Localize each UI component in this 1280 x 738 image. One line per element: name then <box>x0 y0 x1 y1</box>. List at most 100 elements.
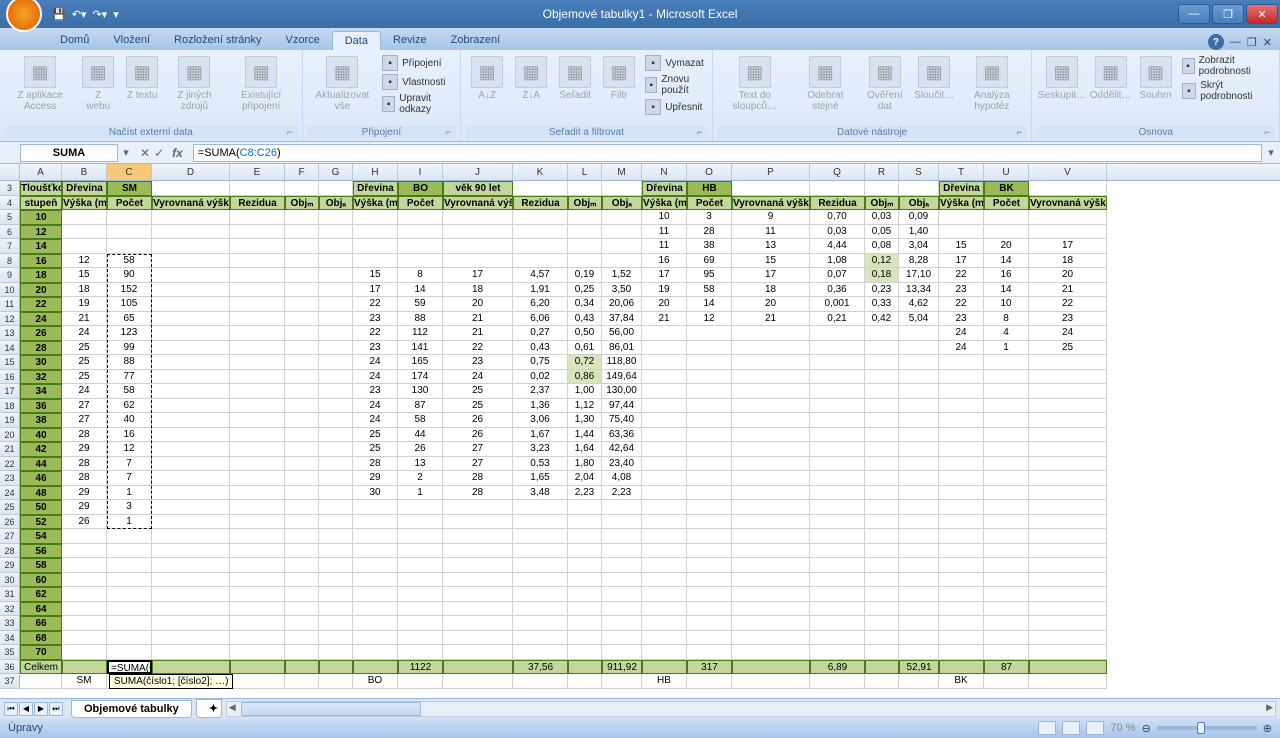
row-header[interactable]: 7 <box>0 239 20 254</box>
help-icon[interactable]: ? <box>1208 34 1224 50</box>
cell[interactable] <box>285 442 319 457</box>
cell[interactable] <box>687 587 732 602</box>
row-header[interactable]: 21 <box>0 442 20 457</box>
cell[interactable] <box>1029 181 1107 196</box>
cell[interactable] <box>899 457 939 472</box>
name-box[interactable]: SUMA <box>20 144 118 162</box>
ribbon-button[interactable]: ▦Z webu <box>78 54 118 114</box>
cell[interactable] <box>984 544 1029 559</box>
cell[interactable] <box>398 500 443 515</box>
cell[interactable] <box>602 254 642 269</box>
cell[interactable] <box>899 326 939 341</box>
tab-data[interactable]: Data <box>332 31 381 50</box>
cell[interactable] <box>319 268 353 283</box>
cell[interactable] <box>732 602 810 617</box>
cell[interactable]: 21 <box>443 326 513 341</box>
cell[interactable] <box>899 384 939 399</box>
cell[interactable]: 0,34 <box>568 297 602 312</box>
cell[interactable] <box>732 616 810 631</box>
cell[interactable]: 30 <box>353 486 398 501</box>
cell[interactable] <box>984 399 1029 414</box>
cell[interactable] <box>687 442 732 457</box>
cell[interactable]: 27 <box>443 442 513 457</box>
row-header[interactable]: 4 <box>0 196 20 211</box>
cell[interactable] <box>865 181 899 196</box>
dialog-launcher-icon[interactable]: ⌐ <box>1013 127 1025 139</box>
row-header[interactable]: 18 <box>0 399 20 414</box>
ribbon-button[interactable]: ▦Odebrat stejné <box>795 54 856 114</box>
cell[interactable]: 28 <box>62 457 107 472</box>
column-header[interactable]: I <box>398 164 443 180</box>
cell[interactable] <box>687 515 732 530</box>
cell[interactable]: 0,43 <box>513 341 568 356</box>
cell[interactable]: 2 <box>398 471 443 486</box>
cell[interactable] <box>319 384 353 399</box>
cell[interactable]: 15 <box>353 268 398 283</box>
cell[interactable] <box>230 413 285 428</box>
cell[interactable] <box>319 631 353 646</box>
cell[interactable]: 21 <box>62 312 107 327</box>
cell[interactable] <box>513 181 568 196</box>
cell[interactable] <box>1029 631 1107 646</box>
cell[interactable] <box>230 500 285 515</box>
cell[interactable] <box>984 457 1029 472</box>
cell[interactable] <box>152 500 230 515</box>
cell[interactable] <box>568 544 602 559</box>
cell[interactable]: Objₐ <box>899 196 939 211</box>
cell[interactable] <box>513 616 568 631</box>
cell[interactable] <box>810 500 865 515</box>
cell[interactable] <box>568 602 602 617</box>
cell[interactable] <box>865 486 899 501</box>
cell[interactable] <box>107 573 152 588</box>
cell[interactable] <box>319 312 353 327</box>
cell[interactable] <box>1029 370 1107 385</box>
cell[interactable]: 24 <box>20 312 62 327</box>
cell[interactable]: 52 <box>20 515 62 530</box>
cell[interactable] <box>602 225 642 240</box>
cell[interactable]: 16 <box>642 254 687 269</box>
cell[interactable] <box>602 616 642 631</box>
cell[interactable] <box>984 616 1029 631</box>
cell[interactable] <box>443 515 513 530</box>
column-header[interactable]: G <box>319 164 353 180</box>
cell[interactable]: 11 <box>732 225 810 240</box>
cell[interactable] <box>152 341 230 356</box>
column-header[interactable]: S <box>899 164 939 180</box>
cell[interactable] <box>152 457 230 472</box>
cell[interactable]: 65 <box>107 312 152 327</box>
cell[interactable] <box>732 457 810 472</box>
cell[interactable] <box>984 355 1029 370</box>
cell[interactable] <box>62 587 107 602</box>
cell[interactable] <box>687 573 732 588</box>
cell[interactable] <box>865 471 899 486</box>
row-header[interactable]: 14 <box>0 341 20 356</box>
cell[interactable] <box>939 529 984 544</box>
cell[interactable]: 11 <box>642 225 687 240</box>
column-header[interactable]: B <box>62 164 107 180</box>
row-header[interactable]: 19 <box>0 413 20 428</box>
tab-vzorce[interactable]: Vzorce <box>273 31 331 50</box>
cell[interactable]: 24 <box>939 326 984 341</box>
cell[interactable]: 174 <box>398 370 443 385</box>
cell[interactable]: 0,21 <box>810 312 865 327</box>
cell[interactable] <box>939 413 984 428</box>
cell[interactable] <box>1029 660 1107 675</box>
cell[interactable] <box>319 225 353 240</box>
cell[interactable] <box>319 616 353 631</box>
column-header[interactable]: E <box>230 164 285 180</box>
cell[interactable] <box>642 413 687 428</box>
cell[interactable] <box>107 225 152 240</box>
cell[interactable] <box>152 181 230 196</box>
cell[interactable]: 24 <box>353 399 398 414</box>
cell[interactable] <box>984 442 1029 457</box>
tab-rozložení stránky[interactable]: Rozložení stránky <box>162 31 273 50</box>
cell[interactable]: 34 <box>20 384 62 399</box>
cell[interactable]: Počet <box>984 196 1029 211</box>
cell[interactable] <box>353 254 398 269</box>
cell[interactable]: 0,12 <box>865 254 899 269</box>
cell[interactable] <box>443 558 513 573</box>
cell[interactable]: Dřevina <box>353 181 398 196</box>
cell[interactable] <box>285 239 319 254</box>
new-sheet-button[interactable]: ✦ <box>196 699 222 718</box>
cell[interactable]: 9 <box>732 210 810 225</box>
